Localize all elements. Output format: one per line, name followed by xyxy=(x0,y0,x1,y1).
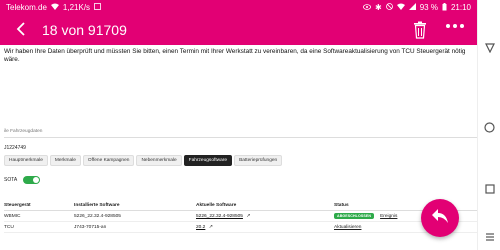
cell-unit: WBMIC xyxy=(4,213,21,219)
header-unit: Steuergerät xyxy=(4,202,31,208)
current-software-link[interactable]: 20.2 xyxy=(196,225,205,230)
update-link[interactable]: Aktualisieren xyxy=(334,225,361,230)
mute-icon xyxy=(385,3,393,12)
status-bar: Telekom.de 1,21K/s ✱ 93 % 21:10 xyxy=(0,0,477,15)
table-header: Steuergerät Installierte Software Aktuel… xyxy=(4,200,477,211)
current-software-link[interactable]: 5226_22.32.4-928505 xyxy=(196,214,243,219)
back-triangle-icon xyxy=(484,40,495,58)
battery-icon xyxy=(442,2,447,13)
section-label: ile Fahrzeugdaten xyxy=(4,129,43,134)
cell-installed: 5226_22.32.4-928505 xyxy=(74,213,121,219)
chevron-left-icon xyxy=(16,20,25,41)
tab-nebenmerkmale[interactable]: Nebenmerkmale xyxy=(136,155,182,166)
eye-icon xyxy=(363,3,372,12)
delete-button[interactable] xyxy=(413,21,427,39)
back-button[interactable] xyxy=(0,15,40,45)
nav-recents-button[interactable] xyxy=(483,183,496,196)
app-bar: 18 von 91709 xyxy=(0,15,477,45)
sota-toggle[interactable] xyxy=(23,176,41,184)
cell-signal-icon xyxy=(408,3,416,12)
status-badge: ABGESCHLOSSEN xyxy=(334,213,375,219)
cell-installed: J743-70715-an xyxy=(74,224,107,230)
cell-unit: TCU xyxy=(4,224,14,230)
page-title: 18 von 91709 xyxy=(42,22,127,38)
tab-hauptmerkmale[interactable]: Hauptmerkmale xyxy=(4,155,48,166)
bluetooth-icon: ✱ xyxy=(375,2,382,12)
cell-current: 20.2 ↗ xyxy=(196,224,334,230)
more-dots-icon xyxy=(446,24,450,28)
sota-label: SOTA xyxy=(4,177,18,183)
tab-merkmale[interactable]: Merkmale xyxy=(49,155,81,166)
divider xyxy=(4,137,477,138)
sota-row: SOTA xyxy=(4,176,41,184)
system-nav-bar xyxy=(477,0,500,250)
notification-icon xyxy=(94,3,101,12)
tab-bar: Hauptmerkmale Merkmale Offene Kampagnen … xyxy=(4,155,283,166)
external-link-icon: ↗ xyxy=(208,224,213,230)
home-circle-icon xyxy=(484,120,495,138)
nav-menu-button[interactable] xyxy=(483,230,496,243)
nav-home-button[interactable] xyxy=(483,120,496,138)
table-row: WBMIC 5226_22.32.4-928505 5226_22.32.4-9… xyxy=(4,211,477,222)
header-current: Aktuelle Software xyxy=(196,202,237,208)
reply-icon xyxy=(431,208,449,229)
tab-batteriepruefungen[interactable]: Batterieprüfungen xyxy=(234,155,283,166)
external-link-icon: ↗ xyxy=(246,213,251,219)
tab-fahrzeugsoftware[interactable]: Fahrzeugsoftware xyxy=(183,155,233,166)
reply-button[interactable] xyxy=(421,199,459,237)
tab-offene-kampagnen[interactable]: Offene Kampagnen xyxy=(82,155,135,166)
message-content: Wir haben Ihre Daten überprüft und müsst… xyxy=(0,45,477,250)
more-button[interactable] xyxy=(446,24,464,28)
recents-square-icon xyxy=(484,181,495,199)
signal-wifi-icon xyxy=(396,3,405,12)
cell-current: 5226_22.32.4-928505 ↗ xyxy=(196,213,334,219)
nav-back-button[interactable] xyxy=(483,42,496,55)
event-link[interactable]: Ereignis xyxy=(380,214,397,219)
message-text: Wir haben Ihre Daten überprüft und müsst… xyxy=(4,48,466,63)
network-speed: 1,21K/s xyxy=(62,3,91,12)
battery-percent: 93 % xyxy=(419,3,438,12)
menu-lines-icon xyxy=(485,228,495,246)
carrier-label: Telekom.de xyxy=(6,3,47,12)
wifi-icon xyxy=(50,3,59,12)
software-table: Steuergerät Installierte Software Aktuel… xyxy=(4,200,477,233)
header-installed: Installierte Software xyxy=(74,202,120,208)
table-row: TCU J743-70715-an 20.2 ↗ Aktualisieren xyxy=(4,222,477,233)
vehicle-id: J1224749 xyxy=(4,145,26,151)
clock: 21:10 xyxy=(450,3,471,12)
trash-icon xyxy=(413,21,427,43)
